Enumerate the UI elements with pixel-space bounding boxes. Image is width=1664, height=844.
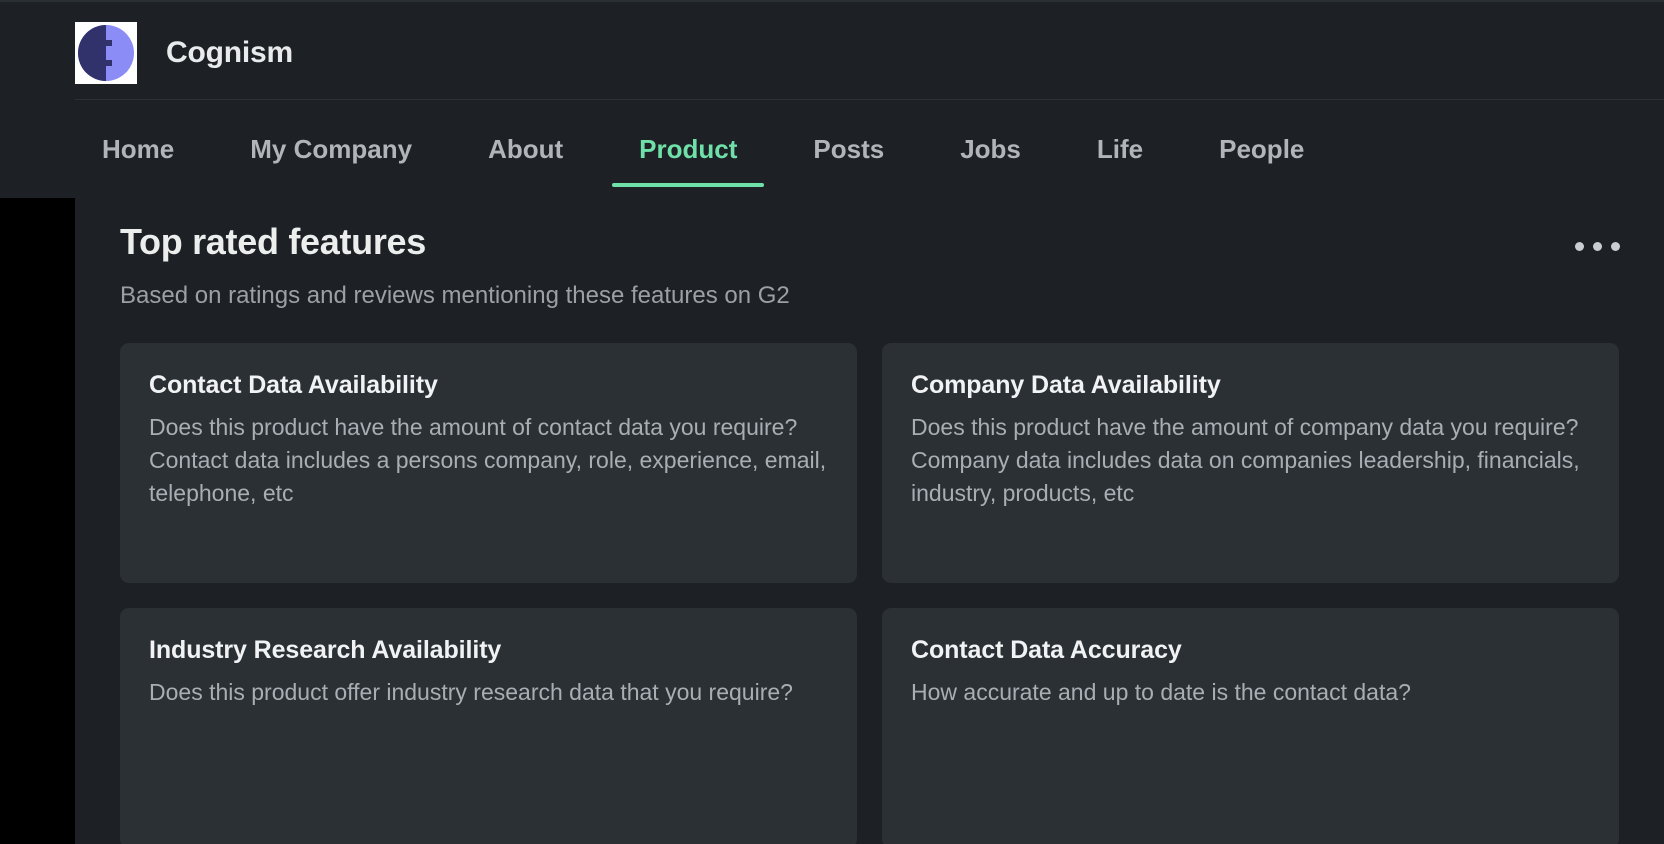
page-root: Cognism Home My Company About Product Po…	[0, 0, 1664, 844]
page-title: Top rated features	[120, 221, 426, 262]
nav-item-about[interactable]: About	[461, 101, 590, 198]
feature-card-description: Does this product have the amount of com…	[911, 414, 1580, 506]
nav-item-jobs[interactable]: Jobs	[933, 101, 1048, 198]
left-rail	[0, 198, 75, 844]
nav-label: Product	[639, 134, 738, 164]
page-subtitle: Based on ratings and reviews mentioning …	[120, 282, 790, 309]
nav-item-home[interactable]: Home	[75, 101, 201, 198]
company-name: Cognism	[166, 36, 293, 69]
feature-card-title: Industry Research Availability	[149, 636, 502, 664]
feature-card[interactable]: Company Data Availability Does this prod…	[882, 343, 1619, 583]
feature-card-description: How accurate and up to date is the conta…	[911, 679, 1411, 705]
feature-card-title: Contact Data Accuracy	[911, 636, 1182, 664]
feature-card-grid: Contact Data Availability Does this prod…	[120, 343, 1619, 844]
feature-card[interactable]: Contact Data Availability Does this prod…	[120, 343, 857, 583]
logo-circle-shape	[78, 25, 134, 81]
feature-card-description: Does this product have the amount of con…	[149, 414, 827, 506]
ellipsis-icon[interactable]	[1569, 226, 1625, 266]
cognism-logo-icon[interactable]	[75, 22, 137, 84]
top-rated-features-panel: Top rated features Based on ratings and …	[75, 198, 1664, 844]
header-divider	[75, 99, 1664, 100]
nav-label: My Company	[250, 134, 413, 164]
feature-card[interactable]: Industry Research Availability Does this…	[120, 608, 857, 844]
company-header: Cognism Home My Company About Product Po…	[0, 0, 1664, 198]
feature-card-title: Company Data Availability	[911, 371, 1221, 399]
logo-notch-cut	[106, 46, 116, 60]
nav-label: Home	[102, 134, 175, 164]
feature-card-description: Does this product offer industry researc…	[149, 679, 793, 705]
feature-card[interactable]: Contact Data Accuracy How accurate and u…	[882, 608, 1619, 844]
brand-row[interactable]: Cognism	[75, 12, 293, 94]
section-header: Top rated features Based on ratings and …	[75, 198, 1664, 311]
active-tab-underline	[612, 183, 765, 187]
nav-item-posts[interactable]: Posts	[786, 101, 911, 198]
nav-label: About	[488, 134, 564, 164]
nav-label: Jobs	[960, 134, 1021, 164]
nav-label: Posts	[813, 134, 885, 164]
ellipsis-dot	[1610, 241, 1620, 251]
ellipsis-dot	[1574, 241, 1584, 251]
ellipsis-dot	[1592, 241, 1602, 251]
nav-label: Life	[1096, 134, 1144, 164]
nav-item-product[interactable]: Product	[612, 101, 765, 198]
nav-item-my-company[interactable]: My Company	[223, 101, 439, 198]
nav-label: People	[1219, 134, 1305, 164]
feature-card-title: Contact Data Availability	[149, 371, 438, 399]
nav-item-life[interactable]: Life	[1070, 101, 1170, 198]
company-nav: Home My Company About Product Posts Jobs…	[75, 101, 1664, 198]
nav-item-people[interactable]: People	[1192, 101, 1331, 198]
